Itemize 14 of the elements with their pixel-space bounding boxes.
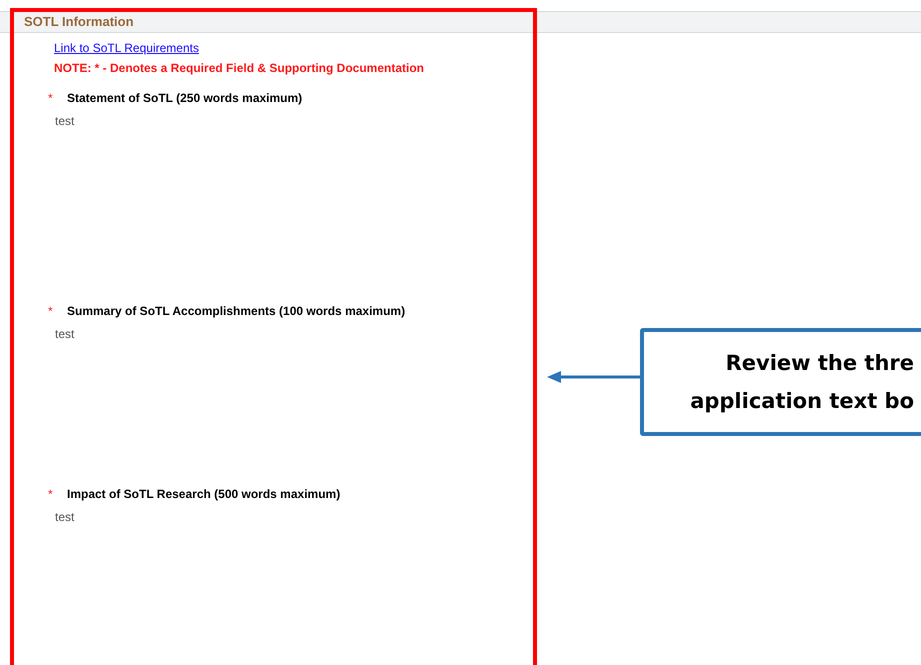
field-value: test	[54, 113, 76, 130]
field-label: Statement of SoTL (250 words maximum)	[67, 90, 302, 107]
field-label: Summary of SoTL Accomplishments (100 words maximum)	[67, 303, 406, 320]
callout-text: application text bo	[690, 388, 914, 415]
requirements-link[interactable]: Link to SoTL Requirements	[54, 39, 199, 57]
required-marker: *	[48, 486, 54, 503]
field-label: Impact of SoTL Research (500 words maximum)	[67, 486, 340, 503]
field-value: test	[54, 509, 76, 526]
required-marker: *	[48, 90, 54, 107]
required-note: NOTE: * - Denotes a Required Field & Supporting Documentation	[54, 60, 426, 77]
callout-text: Review the thre	[726, 350, 914, 377]
required-marker: *	[48, 303, 54, 320]
field-value: test	[54, 326, 76, 343]
section-title: SOTL Information	[24, 13, 134, 32]
